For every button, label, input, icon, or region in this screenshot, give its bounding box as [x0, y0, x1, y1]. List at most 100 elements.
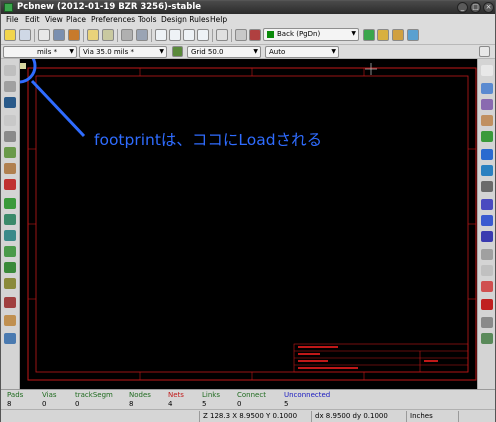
cursor-crosshair: [365, 63, 377, 75]
zoom-in-icon[interactable]: [155, 29, 167, 41]
plot-icon[interactable]: [136, 29, 148, 41]
netlist-icon[interactable]: [235, 29, 247, 41]
vias-sketch-icon[interactable]: [4, 246, 16, 257]
select-icon[interactable]: [481, 65, 493, 76]
zoom-out-icon[interactable]: [169, 29, 181, 41]
offset-origin-icon[interactable]: [481, 317, 493, 328]
dimension-icon[interactable]: [481, 265, 493, 276]
arc-add-icon[interactable]: [481, 231, 493, 242]
zone-fill-icon[interactable]: [4, 198, 16, 209]
grid-select[interactable]: Grid 50.0 ▼: [187, 46, 261, 58]
track-width-select[interactable]: mils * ▼: [3, 46, 77, 58]
zoom-fit-icon[interactable]: [197, 29, 209, 41]
via-add-icon[interactable]: [481, 149, 493, 160]
autoroute-icon[interactable]: [407, 29, 419, 41]
show-grid-icon[interactable]: [4, 65, 16, 76]
app-icon: [4, 3, 13, 12]
close-button[interactable]: ×: [483, 2, 494, 13]
title-bar: Pcbnew (2012-01-19 BZR 3256)-stable _ □ …: [1, 1, 495, 14]
save-board-icon[interactable]: [19, 29, 31, 41]
auto-delete-track-icon[interactable]: [4, 179, 16, 190]
cursor-delta: dx 8.9500 dy 0.1000: [311, 411, 406, 422]
status-message: [1, 411, 199, 422]
menu-tools[interactable]: Tools: [138, 15, 156, 24]
line-add-icon[interactable]: [481, 199, 493, 210]
stat-pads: Pads 8: [7, 391, 24, 408]
title-block-text-marks: [298, 346, 438, 369]
stat-connect: Connect 0: [237, 391, 266, 408]
ratsnest-icon[interactable]: [4, 147, 16, 158]
menu-view[interactable]: View: [45, 15, 63, 24]
high-contrast-icon[interactable]: [4, 278, 16, 289]
new-board-icon[interactable]: [4, 29, 16, 41]
track-add-icon[interactable]: [481, 131, 493, 142]
pcb-canvas[interactable]: footprintは、ココにLoadされる: [20, 59, 477, 389]
mm-units-icon[interactable]: [4, 115, 16, 126]
pads-sketch-icon[interactable]: [4, 230, 16, 241]
keepout-icon[interactable]: [481, 181, 493, 192]
module-editor-icon[interactable]: [53, 29, 65, 41]
text-add-icon[interactable]: [481, 249, 493, 260]
zoom-redraw-icon[interactable]: [183, 29, 195, 41]
drc-icon[interactable]: [249, 29, 261, 41]
right-tools-toolbar: [477, 59, 495, 389]
module-ratsnest-icon[interactable]: [4, 163, 16, 174]
local-ratsnest-icon[interactable]: [481, 99, 493, 110]
menu-design-rules[interactable]: Design Rules: [161, 15, 210, 24]
layers-manager-icon[interactable]: [4, 315, 16, 326]
stat-track-segments: trackSegm 0: [75, 391, 113, 408]
menu-place[interactable]: Place: [66, 15, 86, 24]
polar-coords-icon[interactable]: [4, 81, 16, 92]
sheet-ticks: [28, 68, 476, 380]
via-size-select[interactable]: Via 35.0 mils * ▼: [79, 46, 167, 58]
zone-outline-icon[interactable]: [4, 214, 16, 225]
cursor-shape-icon[interactable]: [4, 131, 16, 142]
find-icon[interactable]: [216, 29, 228, 41]
sheet-outer-border: [27, 67, 477, 381]
layer-pair-icon[interactable]: [363, 29, 375, 41]
print-icon[interactable]: [121, 29, 133, 41]
microwave-toolbar-icon[interactable]: [4, 297, 16, 308]
module-add-icon[interactable]: [481, 115, 493, 126]
redo-icon[interactable]: [102, 29, 114, 41]
auto-track-width-icon[interactable]: [172, 46, 183, 57]
undo-icon[interactable]: [87, 29, 99, 41]
highlight-net-icon[interactable]: [481, 83, 493, 94]
autoplace-icon[interactable]: [392, 29, 404, 41]
zone-add-icon[interactable]: [481, 165, 493, 176]
tracks-sketch-icon[interactable]: [4, 262, 16, 273]
footprint-anchor: [20, 63, 26, 69]
stat-vias: Vias 0: [42, 391, 57, 408]
layer-select[interactable]: Back (PgDn) ▼: [263, 28, 359, 41]
pcbnew-window: Pcbnew (2012-01-19 BZR 3256)-stable _ □ …: [0, 0, 496, 422]
layer-color-swatch: [267, 30, 274, 38]
chevron-down-icon: ▼: [331, 48, 336, 55]
status-extra: [458, 411, 495, 422]
module-browser-icon[interactable]: [68, 29, 80, 41]
menu-edit[interactable]: Edit: [25, 15, 40, 24]
sheet-inner-border: [35, 75, 469, 373]
show-extra-icon[interactable]: [4, 333, 16, 344]
grid-origin-icon[interactable]: [481, 333, 493, 344]
board-stats-bar: Pads 8 Vias 0 trackSegm 0 Nodes 8 Nets 4…: [1, 389, 495, 409]
zoom-select[interactable]: Auto ▼: [265, 46, 339, 58]
footprint-lib-icon[interactable]: [377, 29, 389, 41]
minimize-button[interactable]: _: [457, 2, 468, 13]
menu-file[interactable]: File: [6, 15, 19, 24]
inch-units-icon[interactable]: [4, 97, 16, 108]
menu-help[interactable]: Help: [210, 15, 227, 24]
units-indicator: Inches: [406, 411, 458, 422]
aux-toolbar: mils * ▼ Via 35.0 mils * ▼ Grid 50.0 ▼ A…: [1, 45, 495, 59]
board-drawing: [20, 59, 477, 381]
annotation-text: footprintは、ココにLoadされる: [94, 131, 323, 149]
left-options-toolbar: [1, 59, 20, 389]
maximize-button[interactable]: □: [470, 2, 481, 13]
menu-bar: File Edit View Place Preferences Tools D…: [1, 14, 495, 26]
delete-icon[interactable]: [481, 299, 493, 310]
microwave-icon[interactable]: [479, 46, 490, 57]
menu-preferences[interactable]: Preferences: [91, 15, 135, 24]
circle-add-icon[interactable]: [481, 215, 493, 226]
page-settings-icon[interactable]: [38, 29, 50, 41]
target-add-icon[interactable]: [481, 281, 493, 292]
stat-links: Links 5: [202, 391, 220, 408]
